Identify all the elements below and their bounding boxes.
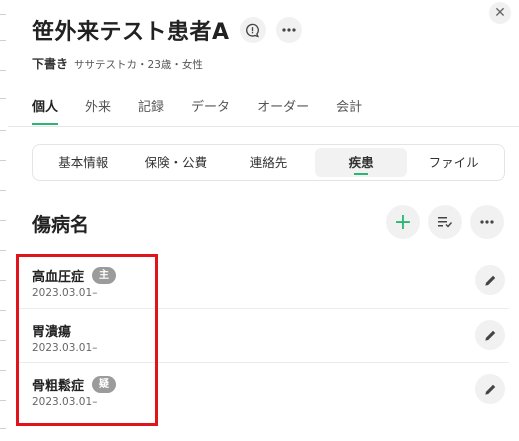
annotation-highlight-box (16, 254, 158, 426)
edit-button[interactable] (475, 374, 505, 404)
edit-button[interactable] (475, 320, 505, 350)
sub-tabs: 基本情報 保険・公費 連絡先 疾患 ファイル (32, 144, 505, 181)
pencil-icon (484, 275, 495, 286)
status-label: 下書き (32, 57, 69, 71)
more-horizontal-icon (281, 28, 296, 32)
edit-button[interactable] (475, 265, 505, 295)
section-title: 傷病名 (32, 214, 90, 236)
more-options-button[interactable] (275, 17, 302, 43)
tab-billing[interactable]: 会計 (336, 96, 362, 125)
left-margin-ticks (0, 0, 8, 441)
close-icon: ✕ (494, 5, 506, 21)
close-button[interactable]: ✕ (489, 2, 511, 24)
pencil-icon (484, 384, 495, 395)
section-more-button[interactable] (470, 205, 504, 239)
tab-outpatient[interactable]: 外来 (85, 96, 111, 125)
tab-personal[interactable]: 個人 (32, 96, 59, 125)
sort-list-icon (438, 217, 453, 228)
subtab-contacts[interactable]: 連絡先 (222, 148, 315, 177)
patient-header: 笹外来テスト患者A (32, 14, 302, 46)
tabs-divider (8, 126, 519, 127)
subtab-insurance[interactable]: 保険・公費 (130, 148, 223, 177)
pencil-icon (484, 330, 495, 341)
tab-orders[interactable]: オーダー (257, 96, 309, 125)
chat-button[interactable] (239, 17, 266, 43)
main-tabs: 個人 外来 記録 データ オーダー 会計 (32, 96, 389, 125)
speech-bubble-icon (246, 23, 259, 37)
patient-meta: ササテストカ・23歳・女性 (74, 59, 203, 71)
subtab-basic-info[interactable]: 基本情報 (37, 148, 130, 177)
tab-data[interactable]: データ (191, 96, 230, 125)
plus-icon: + (393, 209, 413, 235)
subtab-diseases[interactable]: 疾患 (314, 148, 408, 177)
tab-records[interactable]: 記録 (138, 96, 164, 125)
more-horizontal-icon (480, 220, 494, 224)
sort-list-button[interactable] (428, 205, 462, 239)
patient-name: 笹外来テスト患者A (32, 20, 230, 45)
subtab-files[interactable]: ファイル (407, 148, 500, 177)
patient-subtitle: 下書き ササテストカ・23歳・女性 (32, 55, 203, 72)
add-diagnosis-button[interactable]: + (386, 205, 420, 239)
